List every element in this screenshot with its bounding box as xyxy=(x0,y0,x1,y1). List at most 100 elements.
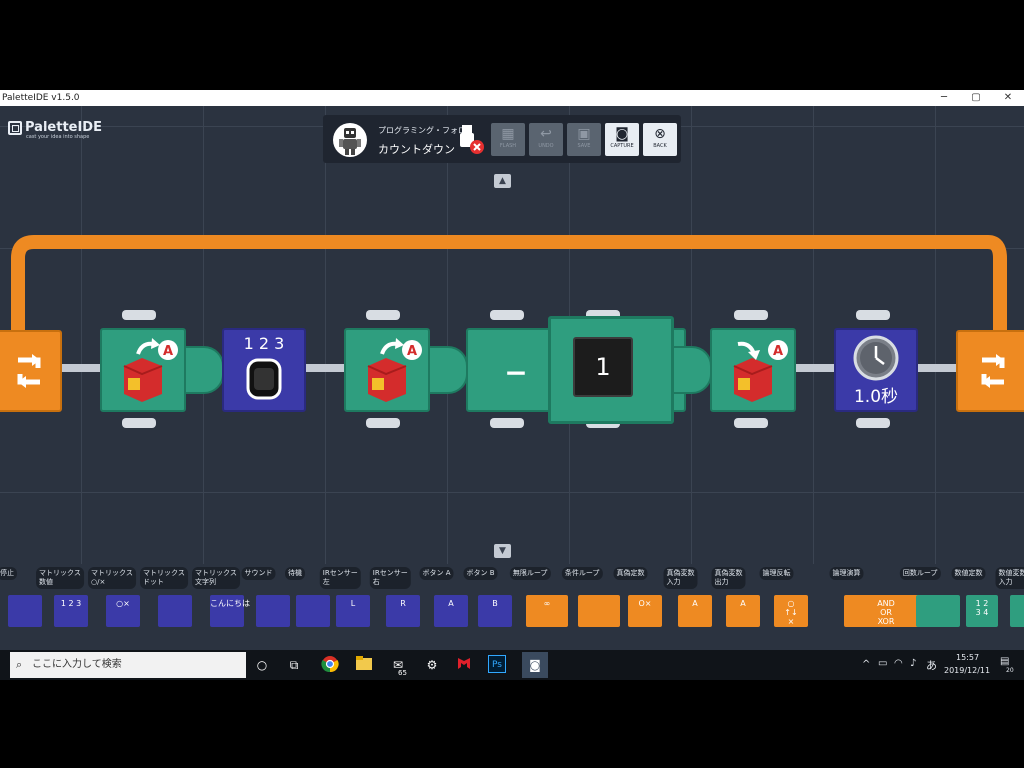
block-tab[interactable] xyxy=(734,418,768,428)
palette-glyph: R xyxy=(400,599,406,608)
palette-block-2[interactable]: 1 2 3 xyxy=(54,595,88,627)
network-icon[interactable]: ▭ xyxy=(878,658,887,669)
palette-label: 真偽定数 xyxy=(613,567,648,580)
block-tab[interactable] xyxy=(856,418,890,428)
palette-label: 数値変数 入力 xyxy=(995,567,1024,589)
taskbar-search[interactable]: ⌕ ここに入力して検索 xyxy=(10,652,246,678)
palette-label: ボタン A xyxy=(419,567,454,580)
palette-block-17[interactable]: ○ ↑↓ × xyxy=(774,595,808,627)
palette-label: 数値定数 xyxy=(951,567,986,580)
file-explorer-icon[interactable] xyxy=(354,655,374,675)
settings-icon[interactable]: ⚙ xyxy=(422,655,442,675)
volume-icon[interactable]: ♪ xyxy=(910,658,916,669)
wait-block[interactable]: 1.0秒 xyxy=(834,328,918,412)
palette-block-21[interactable] xyxy=(1010,595,1024,627)
palette-block-16[interactable]: A xyxy=(726,595,760,627)
block-tab[interactable] xyxy=(366,310,400,320)
cortana-icon[interactable]: ○ xyxy=(252,655,272,675)
search-placeholder: ここに入力して検索 xyxy=(32,659,122,670)
palette-glyph: A xyxy=(692,599,698,608)
palette-glyph: AND OR XOR xyxy=(877,599,895,626)
chrome-icon[interactable] xyxy=(320,655,340,675)
window-title-bar: PaletteIDE v1.5.0 ─ ▢ ✕ xyxy=(0,90,1024,106)
palette-block-20[interactable]: 1 2 3 4 xyxy=(966,595,998,627)
palette-block-3[interactable]: ○× xyxy=(106,595,140,627)
maximize-button[interactable]: ▢ xyxy=(960,90,992,106)
block-palette: 停止 マトリックス 数値 1 2 3 マトリックス ○/× ○× マトリックス ドット マト… xyxy=(0,564,1024,634)
wait-duration: 1.0秒 xyxy=(853,387,899,407)
variable-box-down-icon: A xyxy=(733,340,788,402)
number-display[interactable]: 1 xyxy=(573,337,633,397)
mail-badge: 65 xyxy=(398,669,407,677)
palette-glyph: ○× xyxy=(116,599,130,608)
palette-label: ボタン B xyxy=(463,567,498,580)
palette-glyph: ∞ xyxy=(543,599,551,608)
minimize-button[interactable]: ─ xyxy=(928,90,960,106)
clock-time[interactable]: 15:57 xyxy=(956,653,979,662)
palette-glyph: こんにちは xyxy=(210,599,250,608)
wifi-icon[interactable]: ◠ xyxy=(894,658,903,669)
loop-arrows-icon xyxy=(17,354,41,388)
block-tab[interactable] xyxy=(856,310,890,320)
palette-label: マトリックス 文字列 xyxy=(192,567,240,589)
close-window-button[interactable]: ✕ xyxy=(992,90,1024,106)
loop-end-block[interactable] xyxy=(956,330,1024,412)
app-window: PaletteIDE cast your idea into shape プログ… xyxy=(0,106,1024,680)
palette-glyph: L xyxy=(350,599,356,608)
clock-icon xyxy=(853,335,899,381)
matrix-number-block[interactable]: 1 2 3 xyxy=(222,328,306,412)
block-tab[interactable] xyxy=(490,310,524,320)
ime-indicator[interactable]: あ xyxy=(926,657,937,673)
palette-block-1[interactable] xyxy=(8,595,42,627)
palette-block-6[interactable] xyxy=(256,595,290,627)
clock-date[interactable]: 2019/12/11 xyxy=(944,666,990,675)
variable-get-block[interactable]: A xyxy=(710,328,796,412)
palette-label: 論理反転 xyxy=(759,567,794,580)
chain-connector xyxy=(672,346,712,394)
palette-label: 待機 xyxy=(285,567,305,580)
tray-chevron-icon[interactable]: ^ xyxy=(862,659,870,670)
palette-ide-taskbar-icon[interactable]: ◙ xyxy=(522,652,548,678)
palette-block-10[interactable]: A xyxy=(434,595,468,627)
palette-label: 論理演算 xyxy=(829,567,864,580)
window-title: PaletteIDE v1.5.0 xyxy=(2,93,80,103)
palette-glyph: 1 2 3 4 xyxy=(975,599,989,617)
palette-block-5[interactable]: こんにちは xyxy=(210,595,250,627)
mail-icon[interactable]: ✉ 65 xyxy=(388,655,408,677)
block-tab[interactable] xyxy=(490,418,524,428)
loop-arrows-icon xyxy=(981,354,1005,388)
mcafee-icon[interactable] xyxy=(454,655,474,675)
palette-block-14[interactable]: O× xyxy=(628,595,662,627)
number-slot[interactable]: 1 xyxy=(548,316,674,424)
task-view-icon[interactable]: ⧉ xyxy=(284,655,304,675)
block-tab[interactable] xyxy=(366,418,400,428)
palette-block-11[interactable]: B xyxy=(478,595,512,627)
palette-label: IRセンサー 右 xyxy=(369,567,411,589)
palette-label: 回数ループ xyxy=(899,567,941,580)
palette-block-4[interactable] xyxy=(158,595,192,627)
collapse-palette-button[interactable]: ▼ xyxy=(494,544,511,558)
palette-block-8[interactable]: L xyxy=(336,595,370,627)
palette-block-19[interactable] xyxy=(916,595,960,627)
notification-count: 20 xyxy=(1006,667,1014,674)
palette-label: マトリックス ドット xyxy=(140,567,188,589)
variable-set-block[interactable]: A xyxy=(100,328,186,412)
palette-block-12[interactable]: ∞ xyxy=(526,595,568,627)
block-tab[interactable] xyxy=(734,310,768,320)
palette-block-7[interactable] xyxy=(296,595,330,627)
palette-block-9[interactable]: R xyxy=(386,595,420,627)
palette-glyph: O× xyxy=(638,599,652,608)
svg-text:A: A xyxy=(163,344,173,359)
notification-icon[interactable]: ▤ xyxy=(1000,656,1009,667)
palette-glyph: A xyxy=(448,599,454,608)
palette-block-13[interactable] xyxy=(578,595,620,627)
palette-block-15[interactable]: A xyxy=(678,595,712,627)
matrix-device-icon xyxy=(246,358,282,400)
block-tab[interactable] xyxy=(122,418,156,428)
program-canvas[interactable]: PaletteIDE cast your idea into shape プログ… xyxy=(0,106,1024,564)
palette-label: 真偽変数 出力 xyxy=(711,567,746,589)
loop-start-block[interactable] xyxy=(0,330,62,412)
svg-text:A: A xyxy=(773,344,783,359)
block-tab[interactable] xyxy=(122,310,156,320)
photoshop-icon[interactable]: Ps xyxy=(488,655,508,675)
